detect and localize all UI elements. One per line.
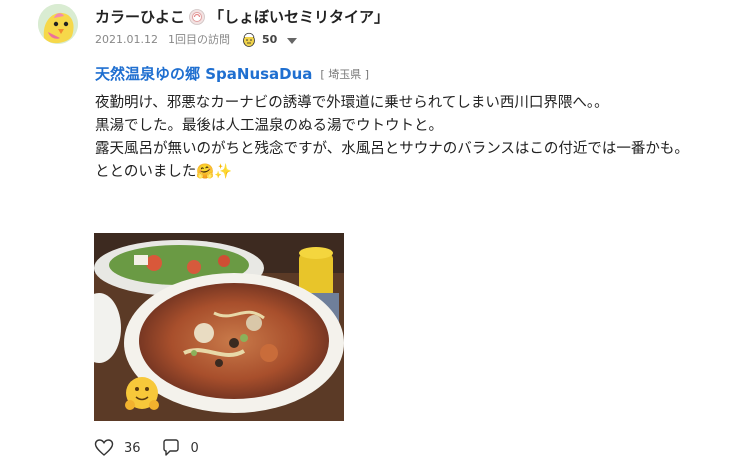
sauna-count: 50 [261,32,278,46]
facility-row: 天然温泉ゆの郷 SpaNusaDua [ 埼玉県 ] [95,63,369,84]
post-date: 2021.01.12 [95,32,158,46]
post-line-text: ととのいました [95,164,197,180]
user-title: 「しょぼいセミリタイア」 [209,8,390,26]
heart-icon [94,439,114,456]
chevron-down-icon[interactable] [287,35,298,44]
user-header: カラーひよこ 「しょぼいセミリタイア」 [95,6,389,27]
post-actions: 36 0 [94,438,199,458]
post-line: 黒湯でした。最後は人工温泉のぬる湯でウトウトと。 [95,118,443,134]
facility-link[interactable]: 天然温泉ゆの郷 SpaNusaDua [95,63,312,84]
post-line: 露天風呂が無いのがちと残念ですが、水風呂とサウナのバランスはこの付近では一番かも… [95,141,689,157]
post-line: ととのいました🤗✨ [95,161,735,184]
hug-emoji-icon: 🤗✨ [196,164,233,180]
like-button[interactable]: 36 [94,438,141,458]
visit-count: 1回目の訪問 [167,33,230,46]
sauna-man-icon [242,31,256,47]
prefecture-label: [ 埼玉県 ] [320,67,369,81]
comment-icon [162,439,179,456]
avatar[interactable] [38,4,78,44]
comment-count: 0 [190,440,199,456]
post-line: 夜勤明け、邪悪なカーナビの誘導で外環道に乗せられてしまい西川口界隈へ。。 [95,95,609,111]
post-body: 夜勤明け、邪悪なカーナビの誘導で外環道に乗せられてしまい西川口界隈へ。。 黒湯で… [95,92,735,184]
comment-button[interactable]: 0 [161,438,199,458]
username[interactable]: カラーひよこ [95,6,185,27]
badge-icon [189,8,205,25]
post-meta: 2021.01.12 1回目の訪問 50 [95,31,298,47]
post-photo[interactable] [94,233,344,421]
like-count: 36 [124,440,141,456]
